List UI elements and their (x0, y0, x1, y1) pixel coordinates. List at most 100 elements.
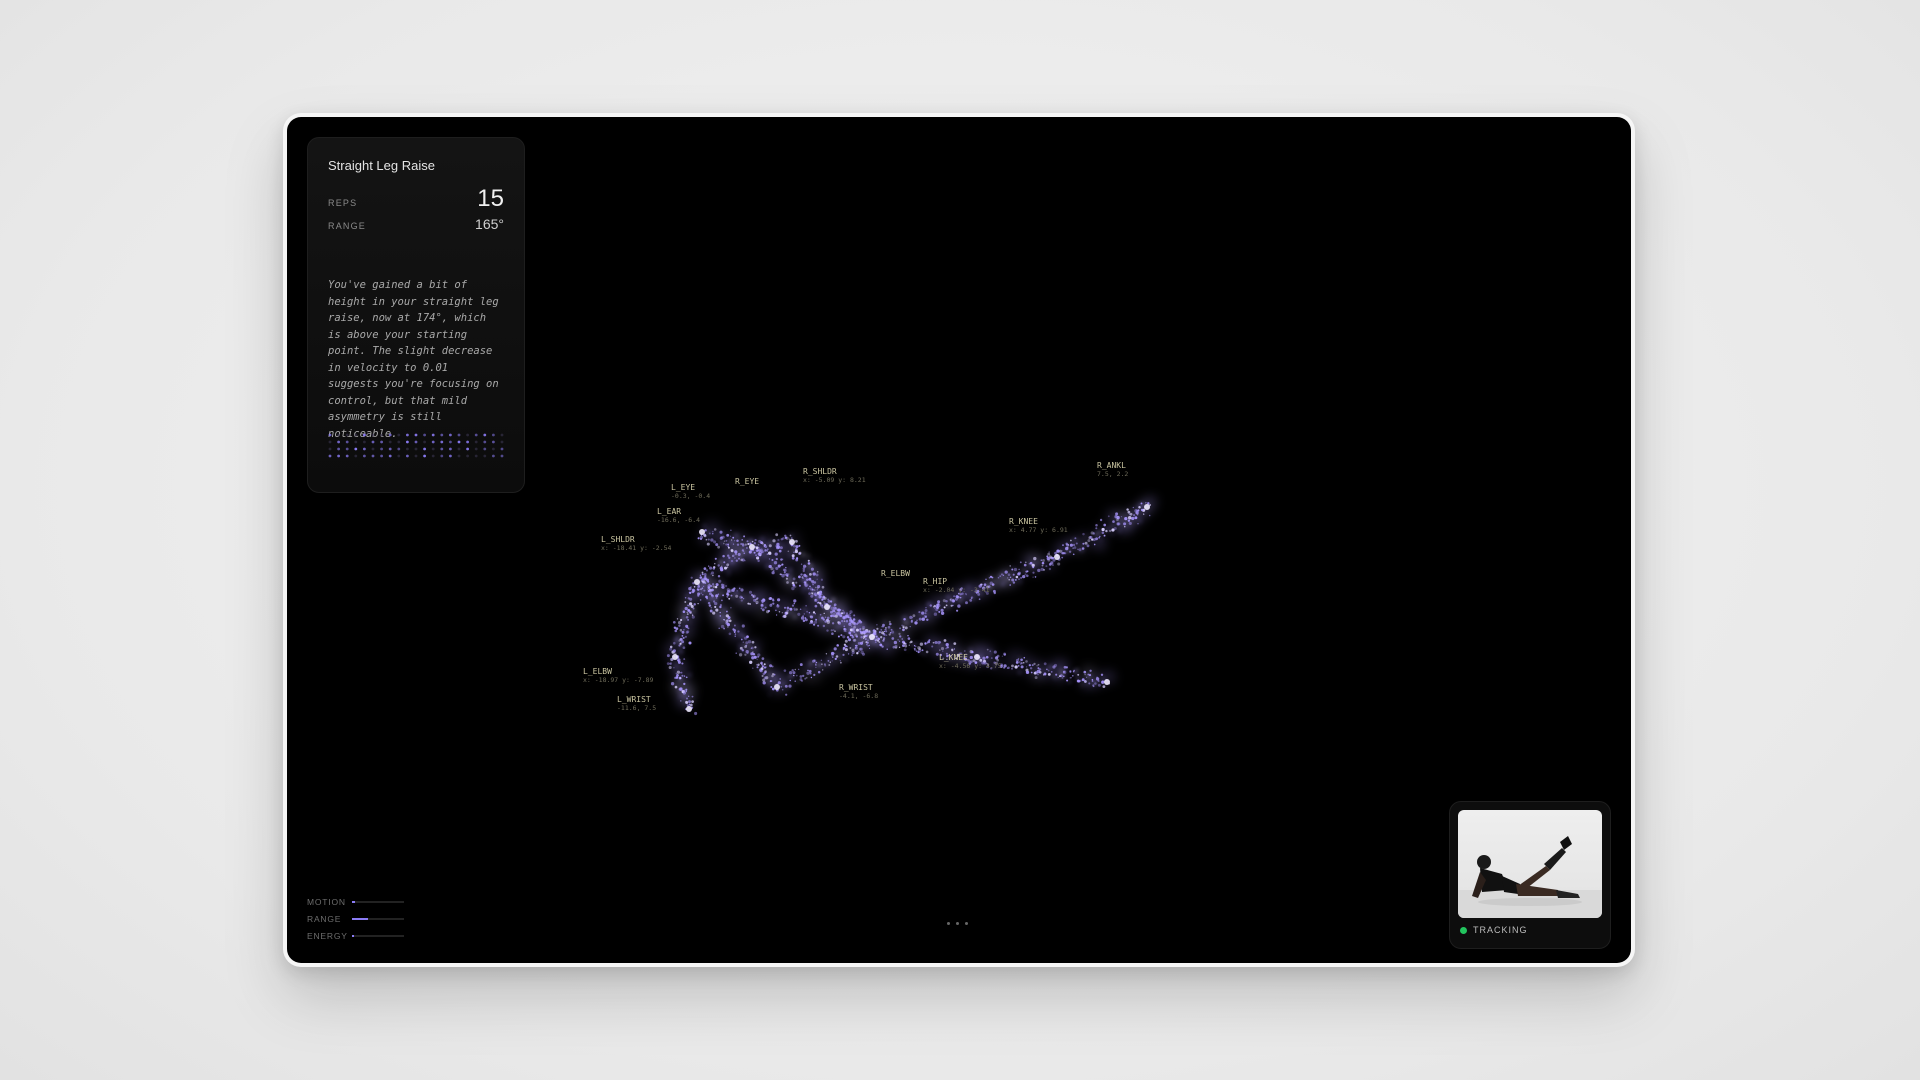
particle (755, 546, 759, 550)
particle (848, 622, 852, 626)
particle (1018, 661, 1021, 664)
joint-label-l-elbw: L_ELBW x: -18.97 y: -7.89 (583, 667, 654, 684)
particle (807, 554, 810, 558)
particle (791, 604, 795, 607)
particle (1108, 529, 1112, 533)
pager-dot[interactable] (956, 922, 959, 925)
particle (903, 642, 906, 645)
particle (676, 670, 681, 674)
particle (728, 597, 731, 600)
rep-dot (431, 433, 435, 437)
particle (785, 693, 788, 696)
particle (1140, 508, 1144, 512)
particle (843, 625, 846, 628)
particle (814, 613, 816, 615)
particle (719, 605, 722, 609)
particle (1017, 658, 1020, 660)
particle (816, 601, 819, 604)
particle (1024, 561, 1027, 564)
particle (1080, 683, 1083, 686)
particle (745, 547, 748, 549)
particle (762, 681, 766, 685)
particle (797, 612, 801, 616)
particle (743, 550, 745, 553)
particle (1107, 515, 1110, 518)
particle (910, 619, 913, 622)
particle (747, 640, 752, 644)
particle (696, 589, 699, 591)
particle (726, 533, 730, 537)
particle (806, 613, 809, 616)
particle (1066, 679, 1069, 682)
rep-dot (483, 454, 487, 458)
rep-dot (423, 433, 426, 437)
particle (1103, 523, 1107, 527)
particle (820, 578, 824, 581)
particle (818, 595, 822, 599)
camera-feed-card[interactable]: TRACKING (1449, 801, 1611, 949)
particle (798, 544, 801, 547)
particle (1137, 514, 1139, 516)
particle (750, 647, 752, 649)
rep-dot (397, 454, 401, 458)
particle (757, 648, 759, 650)
particle (853, 614, 856, 617)
rep-dot-grid (328, 433, 504, 458)
reps-row: REPS 15 (328, 185, 504, 216)
particle (684, 692, 687, 694)
particle (827, 659, 830, 662)
particle (763, 666, 767, 669)
particle (1123, 522, 1127, 526)
particle (717, 574, 721, 578)
particle (770, 686, 773, 688)
rep-dot (474, 447, 478, 451)
particle (684, 596, 687, 599)
particle (725, 584, 728, 588)
particle (691, 588, 695, 592)
rep-dot (423, 454, 426, 458)
pager-dot[interactable] (965, 922, 968, 925)
particle (936, 614, 939, 617)
particle (837, 635, 840, 638)
particle (734, 557, 736, 559)
particle (808, 592, 811, 595)
particle (669, 645, 673, 649)
particle (1036, 669, 1041, 674)
particle (718, 627, 720, 630)
rep-dot (406, 433, 409, 437)
particle (787, 573, 790, 575)
particle (823, 601, 825, 603)
particle (1061, 676, 1064, 679)
particle (958, 600, 962, 604)
particle (1072, 670, 1075, 673)
particle (693, 596, 696, 599)
particle (802, 674, 805, 678)
pager-dot[interactable] (947, 922, 950, 925)
particle (840, 619, 844, 623)
particle (831, 660, 833, 662)
particle (809, 672, 812, 675)
particle (718, 579, 722, 583)
particle (956, 595, 960, 599)
particle (786, 574, 789, 577)
particle (917, 651, 920, 654)
meter-motion: MOTION (307, 893, 404, 910)
particle (712, 585, 716, 589)
reps-value: 15 (477, 185, 504, 212)
particle (785, 577, 788, 580)
particle (816, 589, 818, 591)
particle (799, 675, 803, 678)
particle (751, 540, 754, 543)
pager-dots[interactable] (947, 922, 968, 925)
joint-label-r-knee: R_KNEE x: 4.77 y: 6.91 (1009, 517, 1068, 534)
particle (745, 641, 749, 645)
particle (1020, 665, 1024, 669)
particle (749, 603, 752, 605)
particle (743, 535, 746, 538)
particle (857, 624, 860, 627)
particle (860, 650, 864, 655)
particle (1092, 532, 1095, 535)
particle (701, 571, 704, 574)
particle (705, 595, 708, 599)
particle (1043, 662, 1047, 666)
